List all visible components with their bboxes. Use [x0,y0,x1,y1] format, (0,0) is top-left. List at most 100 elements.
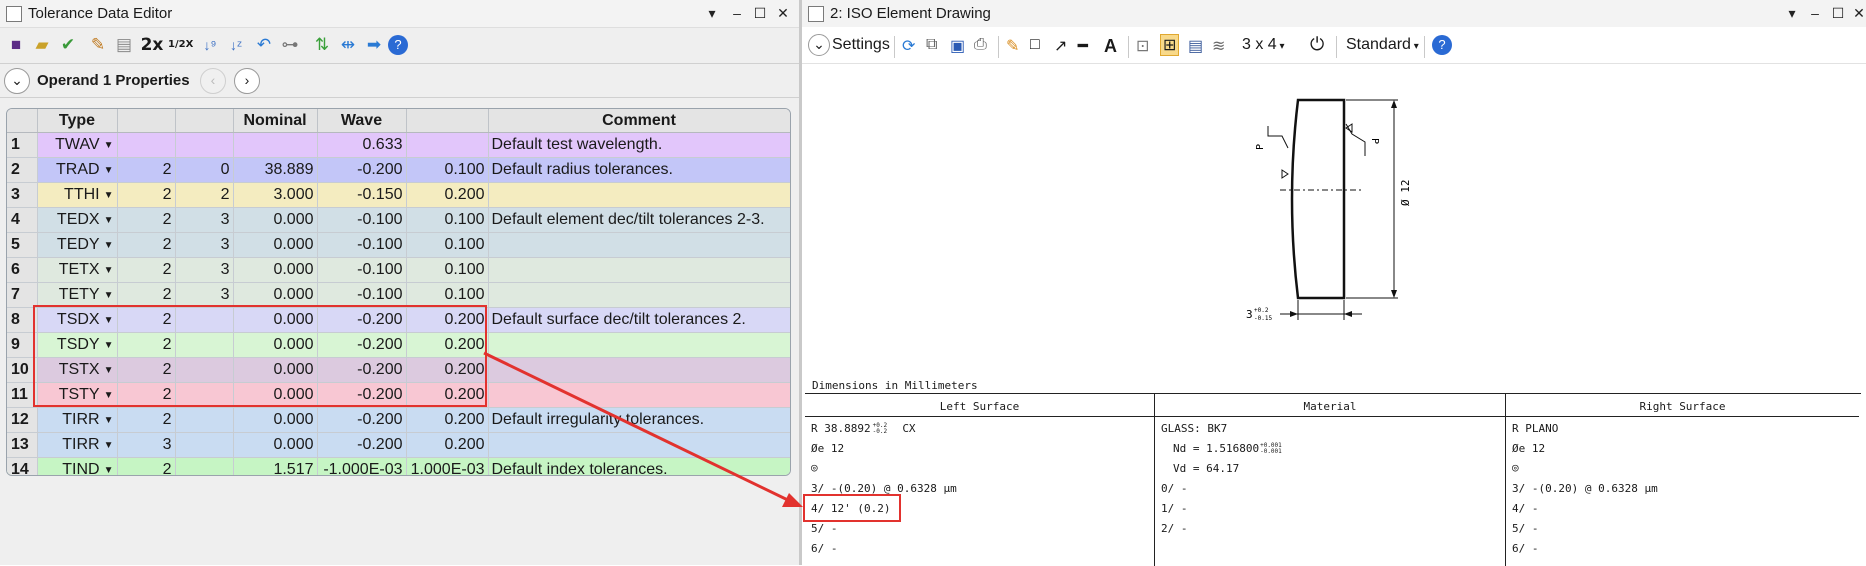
help-icon[interactable]: ? [1432,35,1452,55]
type-dropdown-icon[interactable]: ▼ [104,365,114,376]
layout-dropdown[interactable]: 3 x 4 ▾ [1242,36,1285,54]
max-cell[interactable]: 0.100 [406,157,489,183]
type-cell[interactable]: TSTX ▼ [37,357,118,383]
int2-cell[interactable] [175,132,234,158]
table-row[interactable]: 6 TETX ▼ 2 3 0.000 -0.100 0.100 [7,257,790,283]
sort-numeric-icon[interactable]: ↓⁹ [198,33,222,57]
type-cell[interactable]: TSTY ▼ [37,382,118,408]
wave-cell[interactable]: -0.100 [317,257,407,283]
nominal-cell[interactable]: 0.000 [233,382,318,408]
col-header-int2[interactable] [175,109,234,133]
int2-cell[interactable] [175,382,234,408]
comment-cell[interactable] [488,357,790,383]
wizard-icon[interactable]: ✎ [86,33,110,57]
refresh-icon[interactable]: ⟳ [902,36,915,56]
minimize-icon[interactable]: – [725,0,749,27]
int2-cell[interactable]: 3 [175,257,234,283]
comment-cell[interactable]: Default index tolerances. [488,457,790,475]
style-dropdown[interactable]: Standard ▾ [1346,36,1419,54]
settings-chevron-icon[interactable]: ⌄ [808,34,830,56]
comment-cell[interactable]: Default radius tolerances. [488,157,790,183]
type-cell[interactable]: TEDY ▼ [37,232,118,258]
comment-cell[interactable] [488,432,790,458]
max-cell[interactable]: 0.100 [406,257,489,283]
col-header-int1[interactable] [117,109,176,133]
wave-cell[interactable]: -0.150 [317,182,407,208]
max-cell[interactable]: 1.000E-03 [406,457,489,475]
close-icon[interactable]: ✕ [1847,0,1866,27]
type-dropdown-icon[interactable]: ▼ [104,165,114,176]
nominal-cell[interactable]: 0.000 [233,207,318,233]
int2-cell[interactable] [175,457,234,475]
int1-cell[interactable]: 2 [117,157,176,183]
int2-cell[interactable]: 0 [175,157,234,183]
comment-cell[interactable]: Default irregularity tolerances. [488,407,790,433]
rectangle-icon[interactable]: □ [1030,36,1040,54]
col-header-comment[interactable]: Comment [488,109,790,133]
arrow-right-icon[interactable]: ➡ [362,33,386,57]
int1-cell[interactable]: 2 [117,257,176,283]
converge-icon[interactable]: ⇹ [336,33,360,57]
int2-cell[interactable]: 3 [175,232,234,258]
type-dropdown-icon[interactable]: ▼ [104,190,114,201]
max-cell[interactable]: 0.200 [406,357,489,383]
int1-cell[interactable]: 2 [117,407,176,433]
col-header-max[interactable] [406,109,489,133]
nominal-cell[interactable]: 0.000 [233,407,318,433]
comment-cell[interactable] [488,382,790,408]
max-cell[interactable]: 0.200 [406,332,489,358]
int2-cell[interactable] [175,407,234,433]
wave-cell[interactable]: 0.633 [317,132,407,158]
nominal-cell[interactable] [233,132,318,158]
wave-cell[interactable]: -0.100 [317,232,407,258]
open-icon[interactable]: ▰ [30,33,54,57]
int2-cell[interactable] [175,357,234,383]
int1-cell[interactable]: 2 [117,332,176,358]
lock-icon[interactable]: ⊡ [1136,36,1149,56]
window-layout-icon[interactable]: ▤ [1188,36,1203,56]
minimize-icon[interactable]: – [1803,0,1827,27]
max-cell[interactable]: 0.200 [406,407,489,433]
print-icon[interactable]: ⎙ [974,36,987,54]
text-icon[interactable]: A [1104,36,1117,57]
int1-cell[interactable] [117,132,176,158]
type-cell[interactable]: TIND ▼ [37,457,118,475]
int1-cell[interactable]: 2 [117,357,176,383]
type-dropdown-icon[interactable]: ▼ [104,140,114,151]
table-row[interactable]: 10 TSTX ▼ 2 0.000 -0.200 0.200 [7,357,790,383]
table-row[interactable]: 13 TIRR ▼ 3 0.000 -0.200 0.200 [7,432,790,458]
toggle-icon[interactable]: ⊶ [278,33,302,57]
save-image-icon[interactable]: ▣ [950,36,965,56]
type-dropdown-icon[interactable]: ▼ [104,415,114,426]
table-row[interactable]: 7 TETY ▼ 2 3 0.000 -0.100 0.100 [7,282,790,308]
nominal-cell[interactable]: 0.000 [233,432,318,458]
type-dropdown-icon[interactable]: ▼ [104,265,114,276]
col-header-type[interactable]: Type [37,109,118,133]
nominal-cell[interactable]: 0.000 [233,232,318,258]
wave-cell[interactable]: -0.100 [317,282,407,308]
table-row[interactable]: 5 TEDY ▼ 2 3 0.000 -0.100 0.100 [7,232,790,258]
comment-cell[interactable]: Default element dec/tilt tolerances 2-3. [488,207,790,233]
int2-cell[interactable] [175,332,234,358]
wave-cell[interactable]: -0.200 [317,157,407,183]
int1-cell[interactable]: 2 [117,232,176,258]
max-cell[interactable] [406,132,489,158]
page-icon[interactable]: ▤ [112,33,136,57]
nominal-cell[interactable]: 0.000 [233,332,318,358]
int2-cell[interactable]: 2 [175,182,234,208]
zoom-half-button[interactable]: 1/2X [168,33,193,57]
int1-cell[interactable]: 3 [117,432,176,458]
comment-cell[interactable]: Default test wavelength. [488,132,790,158]
int1-cell[interactable]: 2 [117,207,176,233]
comment-cell[interactable] [488,332,790,358]
type-dropdown-icon[interactable]: ▼ [104,315,114,326]
col-header-wave[interactable]: Wave [317,109,407,133]
int2-cell[interactable] [175,432,234,458]
type-cell[interactable]: TIRR ▼ [37,407,118,433]
wave-cell[interactable]: -0.200 [317,407,407,433]
table-row[interactable]: 1 TWAV ▼ 0.633 Default test wavelength. [7,132,790,158]
max-cell[interactable]: 0.200 [406,382,489,408]
nominal-cell[interactable]: 0.000 [233,307,318,333]
type-dropdown-icon[interactable]: ▼ [104,465,114,475]
type-cell[interactable]: TETY ▼ [37,282,118,308]
